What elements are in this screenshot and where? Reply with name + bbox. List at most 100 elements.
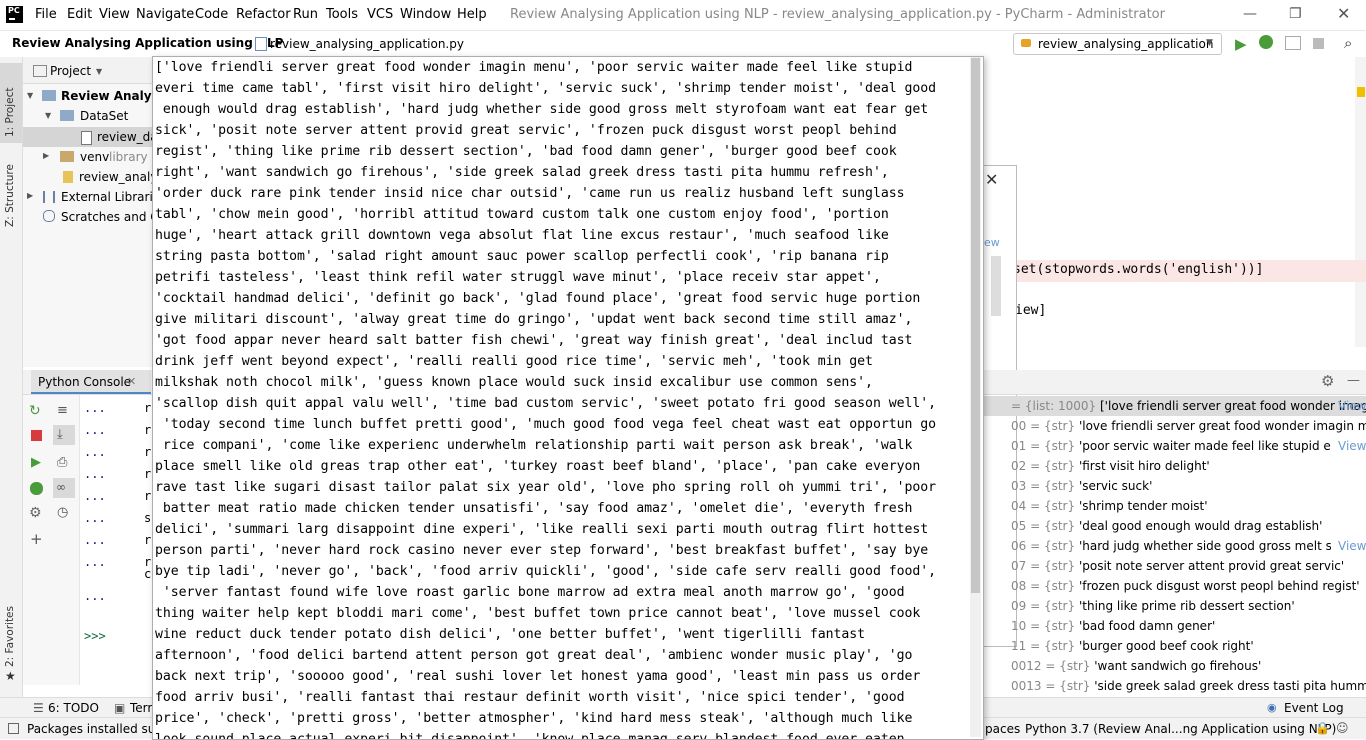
- status-toggle-icon[interactable]: [8, 723, 19, 734]
- variable-row[interactable]: 09 = {str} 'thing like prime rib dessert…: [1011, 597, 1366, 615]
- variable-value: 'bad food damn gener': [1078, 619, 1216, 633]
- debug-icon[interactable]: [1259, 35, 1273, 49]
- variable-row[interactable]: 06 = {str} 'hard judg whether side good …: [1011, 537, 1331, 555]
- variable-row[interactable]: 02 = {str} 'first visit hiro delight': [1011, 457, 1366, 475]
- menu-help[interactable]: Help: [457, 7, 487, 22]
- soft-wrap-icon[interactable]: ≡: [57, 403, 68, 418]
- stop-icon[interactable]: [1313, 38, 1324, 49]
- popup-line: give militari discount', 'alway great ti…: [155, 312, 913, 327]
- library-icon: [43, 191, 55, 203]
- maximize-icon[interactable]: ❐: [1289, 6, 1302, 22]
- close-tab-icon[interactable]: ✕: [127, 375, 136, 388]
- inspector-icon[interactable]: ☺: [1336, 721, 1349, 735]
- search-icon[interactable]: ⌕: [1344, 34, 1352, 52]
- tab-todo[interactable]: 6: TODO: [48, 701, 99, 715]
- variable-row[interactable]: 07 = {str} 'posit note server attent pro…: [1011, 557, 1366, 575]
- tab-favorites[interactable]: 2: Favorites: [4, 606, 16, 667]
- tree-item-scratches[interactable]: Scratches and Co: [61, 210, 166, 224]
- view-link[interactable]: View: [1338, 399, 1366, 413]
- menu-view[interactable]: View: [99, 7, 130, 22]
- variable-prefix: = {list: 1000}: [1011, 399, 1097, 413]
- tree-item-dataset[interactable]: DataSet: [80, 109, 128, 123]
- variable-row[interactable]: 04 = {str} 'shrimp tender moist': [1011, 497, 1366, 515]
- settings-icon[interactable]: ⚙: [29, 505, 42, 521]
- dialog-view-link[interactable]: ew: [984, 236, 1000, 249]
- view-link[interactable]: View: [1338, 539, 1366, 553]
- variable-row[interactable]: = {list: 1000} ['love friendli server gr…: [1011, 397, 1366, 415]
- variable-row[interactable]: 00 = {str} 'love friendli server great f…: [1011, 417, 1366, 435]
- code-line-stopwords[interactable]: set(stopwords.words('english'))]: [1013, 262, 1263, 277]
- status-message[interactable]: Packages installed succ: [27, 722, 169, 736]
- breadcrumb-file[interactable]: review_analysing_application.py: [270, 37, 464, 51]
- menu-window[interactable]: Window: [400, 7, 451, 22]
- dialog-scrollbar[interactable]: [991, 256, 1001, 316]
- scroll-to-end-icon[interactable]: ⤓: [57, 427, 63, 442]
- status-indent[interactable]: paces: [985, 722, 1020, 736]
- editor-scroll-gutter: [1355, 57, 1366, 347]
- variable-row[interactable]: 03 = {str} 'servic suck': [1011, 477, 1366, 495]
- chevron-down-icon[interactable]: ▼: [96, 67, 102, 76]
- history-icon[interactable]: ◷: [57, 505, 68, 520]
- variable-row[interactable]: 10 = {str} 'bad food damn gener': [1011, 617, 1366, 635]
- print-icon[interactable]: ⎙: [57, 455, 67, 470]
- menu-refactor[interactable]: Refactor: [236, 7, 291, 22]
- breadcrumb-project[interactable]: Review Analysing Application using NLP: [12, 36, 283, 50]
- lock-icon[interactable]: 🔒: [1315, 721, 1330, 735]
- collapse-icon[interactable]: ▶: [43, 151, 49, 160]
- settings-icon[interactable]: ⚙: [1321, 372, 1334, 390]
- status-interpreter[interactable]: Python 3.7 (Review Anal...ng Application…: [1025, 722, 1336, 736]
- menu-edit[interactable]: Edit: [67, 7, 92, 22]
- console-continuation: ...: [84, 533, 106, 547]
- execute-icon[interactable]: ▶: [31, 455, 41, 470]
- rerun-icon[interactable]: ↻: [29, 403, 41, 419]
- variable-row[interactable]: 0012 = {str} 'want sandwich go firehous': [1011, 657, 1366, 675]
- tab-terminal[interactable]: Terr: [130, 701, 152, 715]
- menu-code[interactable]: Code: [195, 7, 228, 22]
- project-panel-title[interactable]: Project: [50, 64, 91, 78]
- variable-row[interactable]: 05 = {str} 'deal good enough would drag …: [1011, 517, 1366, 535]
- popup-scrollbar-thumb[interactable]: [971, 58, 980, 593]
- variable-row[interactable]: 11 = {str} 'burger good beef cook right': [1011, 637, 1366, 655]
- menu-run[interactable]: Run: [293, 7, 318, 22]
- hide-icon[interactable]: —: [1347, 373, 1360, 388]
- add-icon[interactable]: +: [30, 530, 43, 548]
- tab-project[interactable]: 1: Project: [4, 88, 16, 137]
- popup-line: afternoon', 'food delici bartend attent …: [155, 648, 913, 663]
- tree-item-external-libraries[interactable]: External Libraries: [61, 190, 166, 204]
- tree-item-review-analysing[interactable]: review_analy: [79, 170, 157, 184]
- tree-item-root[interactable]: Review Analysi: [61, 89, 163, 103]
- coverage-icon[interactable]: [1285, 36, 1301, 50]
- collapse-icon[interactable]: ▶: [27, 191, 33, 200]
- variable-row[interactable]: 08 = {str} 'frozen puck disgust worst pe…: [1011, 577, 1366, 595]
- popup-text[interactable]: ['love friendli server great food wonder…: [155, 57, 955, 739]
- variable-row[interactable]: 01 = {str} 'poor servic waiter made feel…: [1011, 437, 1331, 455]
- menu-tools[interactable]: Tools: [326, 7, 358, 22]
- tab-event-log[interactable]: Event Log: [1284, 701, 1344, 715]
- debug-icon[interactable]: [30, 482, 43, 495]
- expand-icon[interactable]: ▼: [27, 91, 33, 100]
- minimize-icon[interactable]: —: [1243, 6, 1257, 22]
- code-line-review[interactable]: iew]: [1015, 303, 1046, 318]
- tree-item-venv[interactable]: venv: [80, 150, 109, 164]
- close-icon[interactable]: ✕: [1337, 4, 1350, 23]
- run-icon[interactable]: ▶: [1235, 35, 1247, 53]
- expand-icon[interactable]: ▼: [45, 111, 51, 120]
- popup-line: drink jeff went beyond expect', 'realli …: [155, 354, 873, 369]
- popup-line: bye tip ladi', 'never go', 'back', 'food…: [155, 564, 937, 579]
- project-panel: Project ▼ ▼ Review Analysi ▼ DataSet rev…: [23, 57, 170, 367]
- variable-row[interactable]: 0013 = {str} 'side greek salad greek dre…: [1011, 677, 1366, 695]
- variable-value: 'deal good enough would drag establish': [1078, 519, 1323, 533]
- console-prompt[interactable]: >>>: [84, 629, 106, 643]
- python-file-icon: [63, 171, 73, 183]
- folder-icon: [42, 90, 56, 101]
- dialog-close-icon[interactable]: ✕: [985, 170, 998, 189]
- menu-navigate[interactable]: Navigate: [136, 7, 194, 22]
- menu-vcs[interactable]: VCS: [367, 7, 393, 22]
- popup-line: sick', 'posit note server attent provid …: [155, 123, 897, 138]
- tab-python-console[interactable]: Python Console: [38, 375, 131, 389]
- tab-structure[interactable]: Z: Structure: [4, 164, 16, 227]
- stop-icon[interactable]: [31, 430, 42, 441]
- show-variables-icon[interactable]: ∞: [56, 480, 66, 494]
- view-link[interactable]: View: [1338, 439, 1366, 453]
- menu-file[interactable]: File: [35, 7, 57, 22]
